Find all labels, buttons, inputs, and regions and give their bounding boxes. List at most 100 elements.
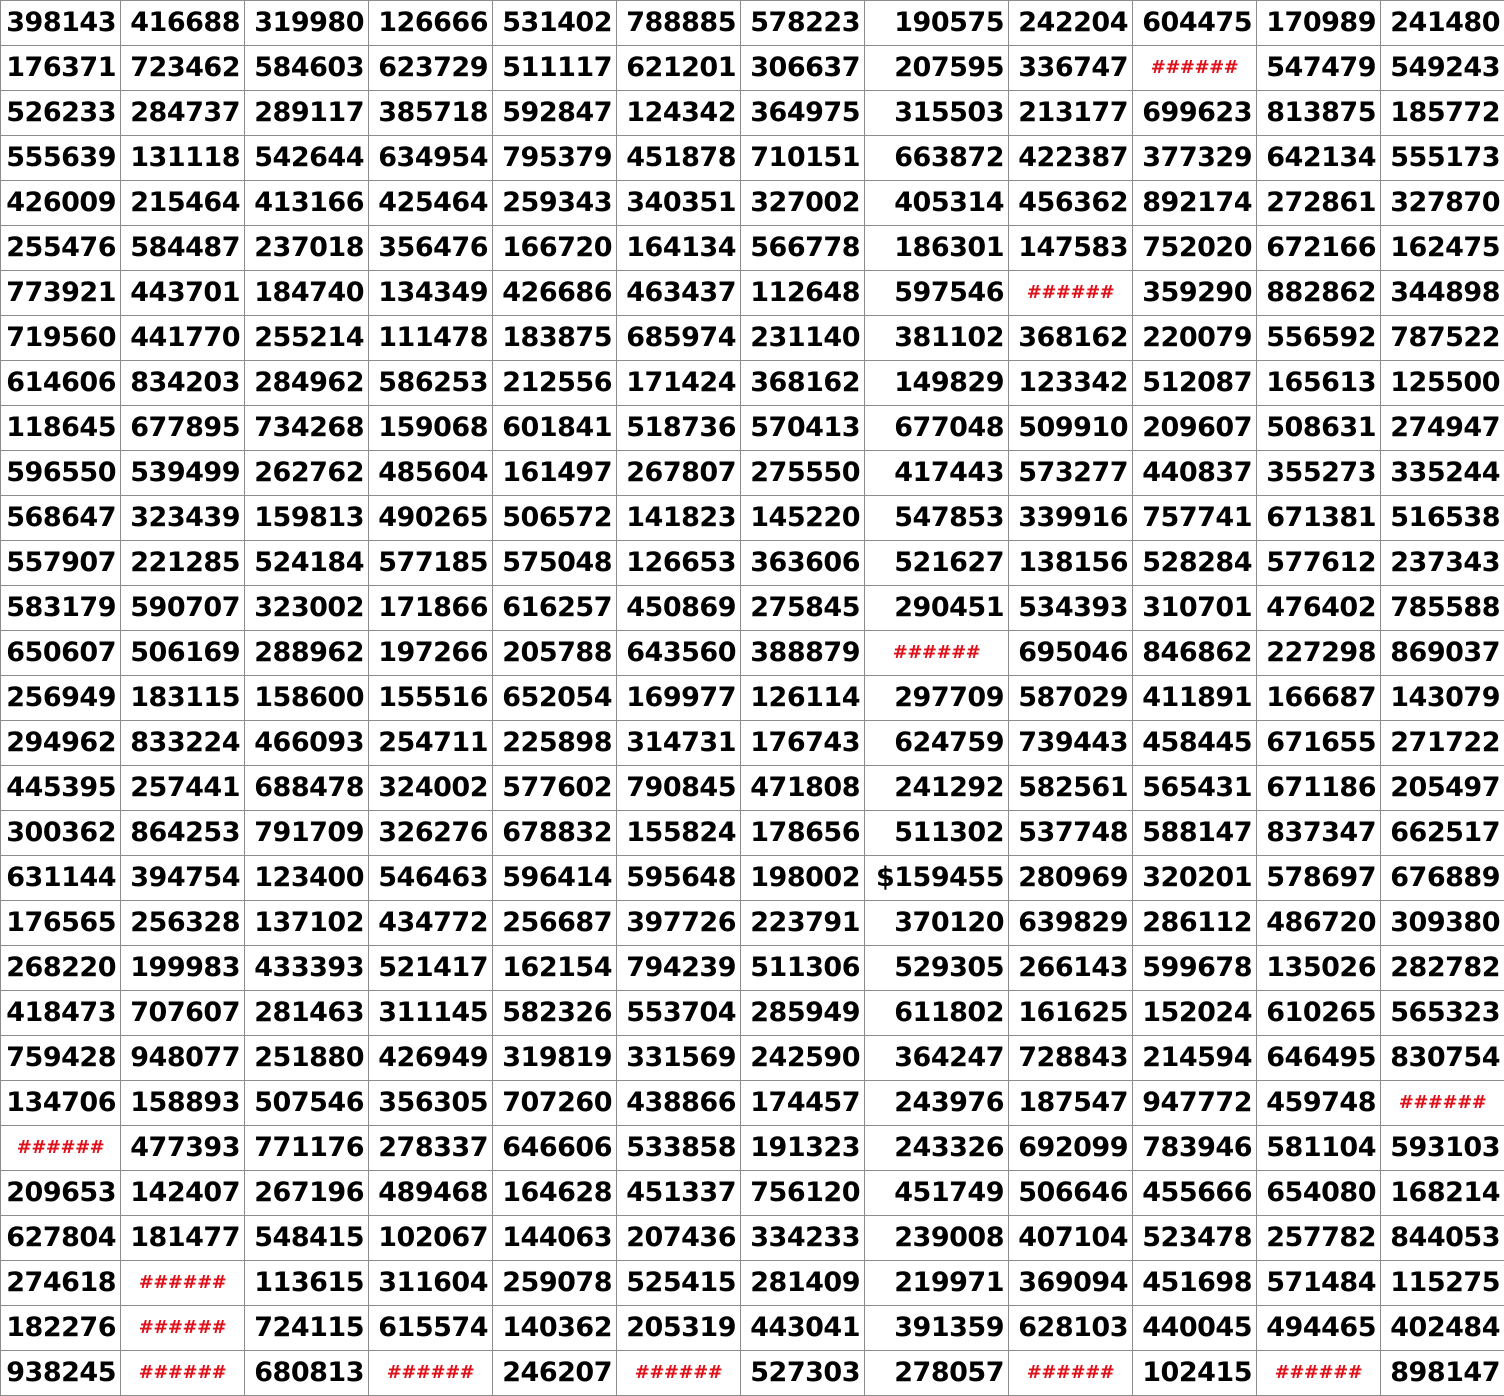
table-cell[interactable]: 652054 <box>493 676 617 721</box>
table-cell[interactable]: 368162 <box>741 361 865 406</box>
table-cell[interactable]: 611802 <box>865 991 1009 1036</box>
table-cell[interactable]: 476402 <box>1257 586 1381 631</box>
table-cell[interactable]: 477393 <box>121 1126 245 1171</box>
table-cell[interactable]: 533858 <box>617 1126 741 1171</box>
table-cell[interactable]: 490265 <box>369 496 493 541</box>
table-cell[interactable]: 231140 <box>741 316 865 361</box>
table-cell[interactable]: 241292 <box>865 766 1009 811</box>
table-cell[interactable]: 864253 <box>121 811 245 856</box>
table-cell[interactable]: 144063 <box>493 1216 617 1261</box>
table-cell[interactable]: 326276 <box>369 811 493 856</box>
table-cell[interactable]: 662517 <box>1381 811 1504 856</box>
table-cell[interactable]: 692099 <box>1009 1126 1133 1171</box>
table-cell[interactable]: 573277 <box>1009 451 1133 496</box>
table-cell[interactable]: 102415 <box>1133 1351 1257 1396</box>
table-cell[interactable]: 364247 <box>865 1036 1009 1081</box>
table-cell[interactable]: ###### <box>1009 1351 1133 1396</box>
table-cell[interactable]: 411891 <box>1133 676 1257 721</box>
table-cell[interactable]: 370120 <box>865 901 1009 946</box>
table-cell[interactable]: 440045 <box>1133 1306 1257 1351</box>
table-cell[interactable]: 243976 <box>865 1081 1009 1126</box>
table-cell[interactable]: 181477 <box>121 1216 245 1261</box>
table-cell[interactable]: 257441 <box>121 766 245 811</box>
table-cell[interactable]: 314731 <box>617 721 741 766</box>
table-cell[interactable]: 678832 <box>493 811 617 856</box>
table-cell[interactable]: 882862 <box>1257 271 1381 316</box>
table-cell[interactable]: 459748 <box>1257 1081 1381 1126</box>
table-cell[interactable]: 141823 <box>617 496 741 541</box>
table-cell[interactable]: 773921 <box>1 271 121 316</box>
table-cell[interactable]: 209607 <box>1133 406 1257 451</box>
table-cell[interactable]: 152024 <box>1133 991 1257 1036</box>
table-cell[interactable]: 455666 <box>1133 1171 1257 1216</box>
table-cell[interactable]: 615574 <box>369 1306 493 1351</box>
table-cell[interactable]: 140362 <box>493 1306 617 1351</box>
table-cell[interactable]: 161497 <box>493 451 617 496</box>
table-cell[interactable]: 728843 <box>1009 1036 1133 1081</box>
table-cell[interactable]: 115275 <box>1381 1261 1504 1306</box>
table-cell[interactable]: 672166 <box>1257 226 1381 271</box>
table-cell[interactable]: 385718 <box>369 91 493 136</box>
table-cell[interactable]: 212556 <box>493 361 617 406</box>
table-cell[interactable]: 310701 <box>1133 586 1257 631</box>
table-cell[interactable]: 597546 <box>865 271 1009 316</box>
table-cell[interactable]: 158893 <box>121 1081 245 1126</box>
table-cell[interactable]: 555173 <box>1381 136 1504 181</box>
table-cell[interactable]: 327002 <box>741 181 865 226</box>
table-cell[interactable]: 548415 <box>245 1216 369 1261</box>
table-cell[interactable]: 529305 <box>865 946 1009 991</box>
table-cell[interactable]: 581104 <box>1257 1126 1381 1171</box>
table-cell[interactable]: 205319 <box>617 1306 741 1351</box>
table-cell[interactable]: 539499 <box>121 451 245 496</box>
table-cell[interactable]: 398143 <box>1 1 121 46</box>
table-cell[interactable]: 124342 <box>617 91 741 136</box>
table-cell[interactable]: 215464 <box>121 181 245 226</box>
table-cell[interactable]: 241480 <box>1381 1 1504 46</box>
table-cell[interactable]: 356476 <box>369 226 493 271</box>
table-cell[interactable]: 508631 <box>1257 406 1381 451</box>
table-cell[interactable]: 440837 <box>1133 451 1257 496</box>
table-cell[interactable]: 126114 <box>741 676 865 721</box>
table-cell[interactable]: 795379 <box>493 136 617 181</box>
table-cell[interactable]: ###### <box>1381 1081 1504 1126</box>
table-cell[interactable]: 688478 <box>245 766 369 811</box>
table-cell[interactable]: 147583 <box>1009 226 1133 271</box>
table-cell[interactable]: 113615 <box>245 1261 369 1306</box>
table-cell[interactable]: 284962 <box>245 361 369 406</box>
table-cell[interactable]: 309380 <box>1381 901 1504 946</box>
table-cell[interactable]: 169977 <box>617 676 741 721</box>
table-cell[interactable]: 458445 <box>1133 721 1257 766</box>
table-cell[interactable]: 844053 <box>1381 1216 1504 1261</box>
table-cell[interactable]: 281463 <box>245 991 369 1036</box>
table-cell[interactable]: ###### <box>121 1306 245 1351</box>
table-cell[interactable]: 142407 <box>121 1171 245 1216</box>
table-cell[interactable]: 162154 <box>493 946 617 991</box>
table-cell[interactable]: 405314 <box>865 181 1009 226</box>
table-cell[interactable]: 397726 <box>617 901 741 946</box>
table-cell[interactable]: 466093 <box>245 721 369 766</box>
table-cell[interactable]: 271722 <box>1381 721 1504 766</box>
table-cell[interactable]: 324002 <box>369 766 493 811</box>
table-cell[interactable]: 275845 <box>741 586 865 631</box>
table-cell[interactable]: 646606 <box>493 1126 617 1171</box>
table-cell[interactable]: 171424 <box>617 361 741 406</box>
table-cell[interactable]: 220079 <box>1133 316 1257 361</box>
table-cell[interactable]: 289117 <box>245 91 369 136</box>
table-cell[interactable]: 223791 <box>741 901 865 946</box>
table-cell[interactable]: 441770 <box>121 316 245 361</box>
table-cell[interactable]: 699623 <box>1133 91 1257 136</box>
table-cell[interactable]: 869037 <box>1381 631 1504 676</box>
table-cell[interactable]: 671186 <box>1257 766 1381 811</box>
table-cell[interactable]: 320201 <box>1133 856 1257 901</box>
table-cell[interactable]: 256949 <box>1 676 121 721</box>
table-cell[interactable]: 417443 <box>865 451 1009 496</box>
table-cell[interactable]: 377329 <box>1133 136 1257 181</box>
table-cell[interactable]: 284737 <box>121 91 245 136</box>
table-cell[interactable]: 416688 <box>121 1 245 46</box>
table-cell[interactable]: 280969 <box>1009 856 1133 901</box>
table-cell[interactable]: 710151 <box>741 136 865 181</box>
table-cell[interactable]: 707607 <box>121 991 245 1036</box>
table-cell[interactable]: 654080 <box>1257 1171 1381 1216</box>
table-cell[interactable]: 205788 <box>493 631 617 676</box>
table-cell[interactable]: 587029 <box>1009 676 1133 721</box>
